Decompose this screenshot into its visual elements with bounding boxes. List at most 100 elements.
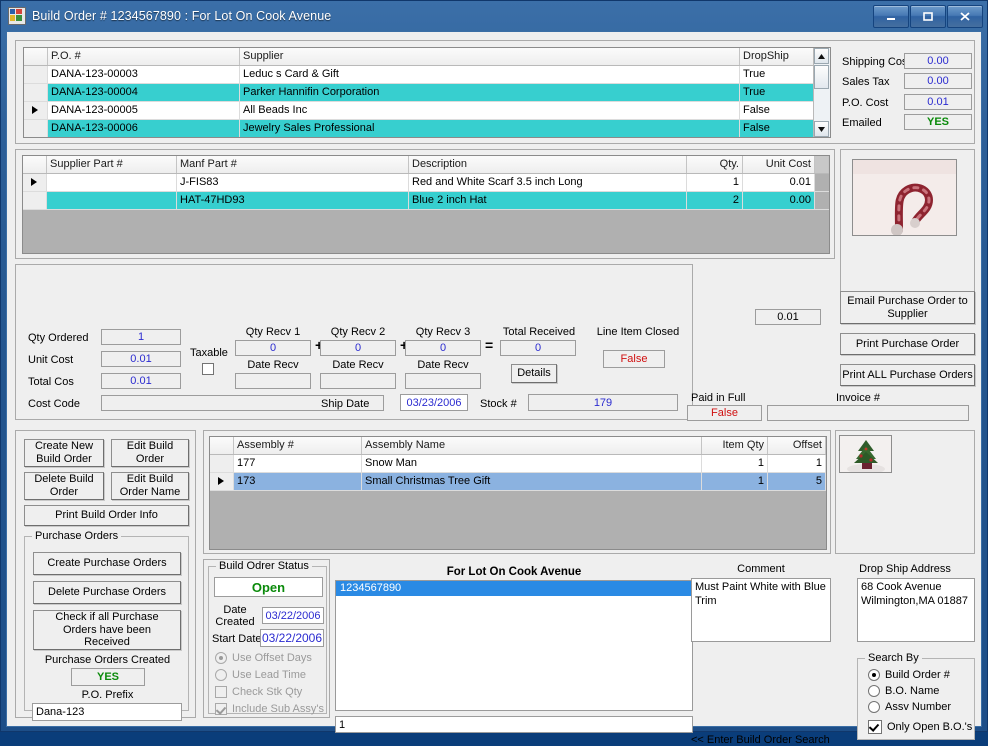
cell-po-number[interactable]: DANA-123-00006	[48, 120, 240, 137]
row-selector-current[interactable]	[210, 473, 234, 490]
delete-build-order-button[interactable]: Delete Build Order	[24, 472, 104, 500]
cell-assembly-name[interactable]: Small Christmas Tree Gift	[362, 473, 702, 490]
use-offset-days-radio[interactable]	[215, 652, 227, 664]
date-recv-3-value[interactable]	[405, 373, 481, 389]
print-all-purchase-orders-button[interactable]: Print ALL Purchase Orders	[840, 364, 975, 386]
asm-col-assembly-number[interactable]: Assembly #	[234, 437, 362, 454]
shipping-cost-value[interactable]: 0.00	[904, 53, 972, 69]
asm-col-assembly-name[interactable]: Assembly Name	[362, 437, 702, 454]
total-cost-value[interactable]: 0.01	[101, 373, 181, 389]
cell-po-number[interactable]: DANA-123-00004	[48, 84, 240, 101]
row-selector[interactable]	[24, 84, 48, 101]
line-col-supplier-part[interactable]: Supplier Part #	[47, 156, 177, 173]
edit-build-order-button[interactable]: Edit Build Order	[111, 439, 189, 467]
cell-item-qty[interactable]: 1	[702, 455, 768, 472]
search-by-assv-number-radio[interactable]	[868, 701, 880, 713]
asm-col-item-qty[interactable]: Item Qty	[702, 437, 768, 454]
comment-textarea[interactable]: Must Paint White with Blue Trim	[691, 578, 831, 642]
maximize-button[interactable]	[910, 5, 946, 28]
print-build-order-info-button[interactable]: Print Build Order Info	[24, 505, 189, 526]
table-row[interactable]: J-FIS83 Red and White Scarf 3.5 inch Lon…	[23, 174, 829, 192]
cell-supplier-part[interactable]	[47, 192, 177, 209]
cell-po-number[interactable]: DANA-123-00005	[48, 102, 240, 119]
po-prefix-input[interactable]: Dana-123	[32, 703, 182, 721]
taxable-checkbox[interactable]	[202, 363, 214, 375]
po-col-po-number[interactable]: P.O. #	[48, 48, 240, 65]
check-stk-qty-checkbox[interactable]	[215, 686, 227, 698]
line-col-qty[interactable]: Qty.	[687, 156, 743, 173]
cell-supplier-part[interactable]	[47, 174, 177, 191]
invoice-number-value[interactable]	[767, 405, 969, 421]
minimize-button[interactable]	[873, 5, 909, 28]
cell-supplier[interactable]: Jewelry Sales Professional	[240, 120, 740, 137]
cell-supplier[interactable]: Leduc s Card & Gift	[240, 66, 740, 83]
search-by-bo-name-radio[interactable]	[868, 685, 880, 697]
sales-tax-value[interactable]: 0.00	[904, 73, 972, 89]
scroll-down-icon[interactable]	[814, 121, 829, 137]
line-col-unit-cost[interactable]: Unit Cost	[743, 156, 815, 173]
cell-description[interactable]: Blue 2 inch Hat	[409, 192, 687, 209]
cell-assembly-name[interactable]: Snow Man	[362, 455, 702, 472]
cell-supplier[interactable]: Parker Hannifin Corporation	[240, 84, 740, 101]
unit-cost-value[interactable]: 0.01	[101, 351, 181, 367]
cell-assembly-number[interactable]: 173	[234, 473, 362, 490]
total-received-value[interactable]: 0	[500, 340, 576, 356]
cell-manf-part[interactable]: HAT-47HD93	[177, 192, 409, 209]
check-purchase-orders-received-button[interactable]: Check if all Purchase Orders have been R…	[33, 610, 181, 650]
cell-offset[interactable]: 1	[768, 455, 826, 472]
table-row[interactable]: 177 Snow Man 1 1	[210, 455, 826, 473]
table-row[interactable]: 173 Small Christmas Tree Gift 1 5	[210, 473, 826, 491]
cell-manf-part[interactable]: J-FIS83	[177, 174, 409, 191]
qty-ordered-value[interactable]: 1	[101, 329, 181, 345]
cell-qty[interactable]: 1	[687, 174, 743, 191]
table-row[interactable]: DANA-123-00005 All Beads Inc False	[24, 102, 830, 120]
cell-description[interactable]: Red and White Scarf 3.5 inch Long	[409, 174, 687, 191]
search-by-build-order-radio[interactable]	[868, 669, 880, 681]
row-selector[interactable]	[23, 192, 47, 209]
create-new-build-order-button[interactable]: Create New Build Order	[24, 439, 104, 467]
build-order-listbox[interactable]: 1234567890	[335, 580, 693, 711]
qty-recv-1-value[interactable]: 0	[235, 340, 311, 356]
row-selector-current[interactable]	[24, 102, 48, 119]
cell-assembly-number[interactable]: 177	[234, 455, 362, 472]
qty-recv-2-value[interactable]: 0	[320, 340, 396, 356]
cell-offset[interactable]: 5	[768, 473, 826, 490]
table-row[interactable]: HAT-47HD93 Blue 2 inch Hat 2 0.00	[23, 192, 829, 210]
scrollbar-thumb[interactable]	[814, 65, 829, 89]
cell-item-qty[interactable]: 1	[702, 473, 768, 490]
row-selector[interactable]	[210, 455, 234, 472]
table-row[interactable]: DANA-123-00003 Leduc s Card & Gift True	[24, 66, 830, 84]
scroll-up-icon[interactable]	[814, 48, 829, 64]
row-selector[interactable]	[24, 120, 48, 137]
delete-purchase-orders-button[interactable]: Delete Purchase Orders	[33, 581, 181, 604]
date-created-value[interactable]: 03/22/2006	[262, 607, 324, 624]
date-recv-2-value[interactable]	[320, 373, 396, 389]
purchase-order-grid[interactable]: P.O. # Supplier DropShip DANA-123-00003 …	[23, 47, 831, 138]
ship-date-value[interactable]: 03/23/2006	[400, 394, 468, 411]
date-recv-1-value[interactable]	[235, 373, 311, 389]
table-row[interactable]: DANA-123-00004 Parker Hannifin Corporati…	[24, 84, 830, 102]
edit-build-order-name-button[interactable]: Edit Build Order Name	[111, 472, 189, 500]
po-cost-value[interactable]: 0.01	[904, 94, 972, 110]
purchase-order-grid-scrollbar[interactable]	[813, 48, 830, 137]
create-purchase-orders-button[interactable]: Create Purchase Orders	[33, 552, 181, 575]
cell-qty[interactable]: 2	[687, 192, 743, 209]
details-button[interactable]: Details	[511, 364, 557, 383]
po-col-supplier[interactable]: Supplier	[240, 48, 740, 65]
cell-supplier[interactable]: All Beads Inc	[240, 102, 740, 119]
assembly-grid[interactable]: Assembly # Assembly Name Item Qty Offset…	[209, 436, 827, 550]
table-row[interactable]: DANA-123-00006 Jewelry Sales Professiona…	[24, 120, 830, 137]
list-item[interactable]: 1234567890	[336, 581, 692, 596]
line-col-description[interactable]: Description	[409, 156, 687, 173]
use-lead-time-radio[interactable]	[215, 669, 227, 681]
close-button[interactable]	[947, 5, 983, 28]
email-purchase-order-button[interactable]: Email Purchase Order to Supplier	[840, 291, 975, 324]
start-date-value[interactable]: 03/22/2006	[260, 629, 324, 647]
drop-ship-address-textarea[interactable]: 68 Cook Avenue Wilmington,MA 01887	[857, 578, 975, 642]
cell-unit-cost[interactable]: 0.01	[743, 174, 815, 191]
line-item-grid[interactable]: Supplier Part # Manf Part # Description …	[22, 155, 830, 254]
include-sub-assys-checkbox[interactable]	[215, 703, 227, 715]
print-purchase-order-button[interactable]: Print Purchase Order	[840, 333, 975, 355]
cell-unit-cost[interactable]: 0.00	[743, 192, 815, 209]
cell-po-number[interactable]: DANA-123-00003	[48, 66, 240, 83]
